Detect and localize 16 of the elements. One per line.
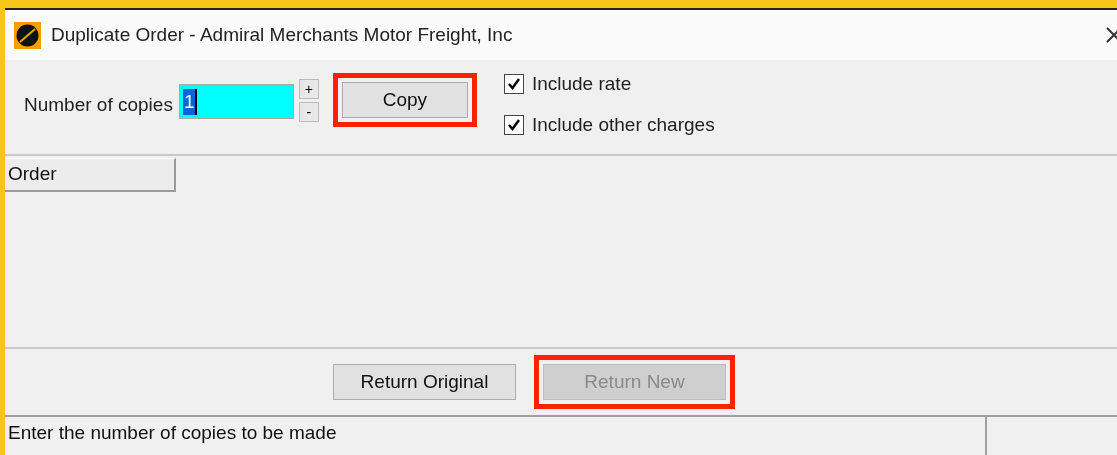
- decrement-button[interactable]: -: [298, 102, 319, 122]
- column-header[interactable]: Order: [5, 158, 176, 192]
- close-icon[interactable]: [1105, 26, 1117, 44]
- checkbox[interactable]: [503, 74, 524, 95]
- copies-field[interactable]: 1: [178, 84, 294, 119]
- checkbox-label: Include other charges: [531, 112, 715, 137]
- window-title: Duplicate Order - Admiral Merchants Motor Freight, Inc: [51, 22, 513, 47]
- action-button[interactable]: Copy: [341, 82, 468, 118]
- copies-label: Number of copies: [24, 93, 173, 117]
- action-button[interactable]: Return Original: [333, 364, 516, 400]
- status-bar: Enter the number of copies to be made: [5, 417, 987, 455]
- checkbox-label: Include rate: [531, 72, 632, 96]
- increment-button[interactable]: +: [298, 79, 319, 99]
- field-value: 1: [182, 88, 198, 115]
- checkbox[interactable]: [503, 114, 524, 135]
- app-logo-icon: [14, 21, 41, 49]
